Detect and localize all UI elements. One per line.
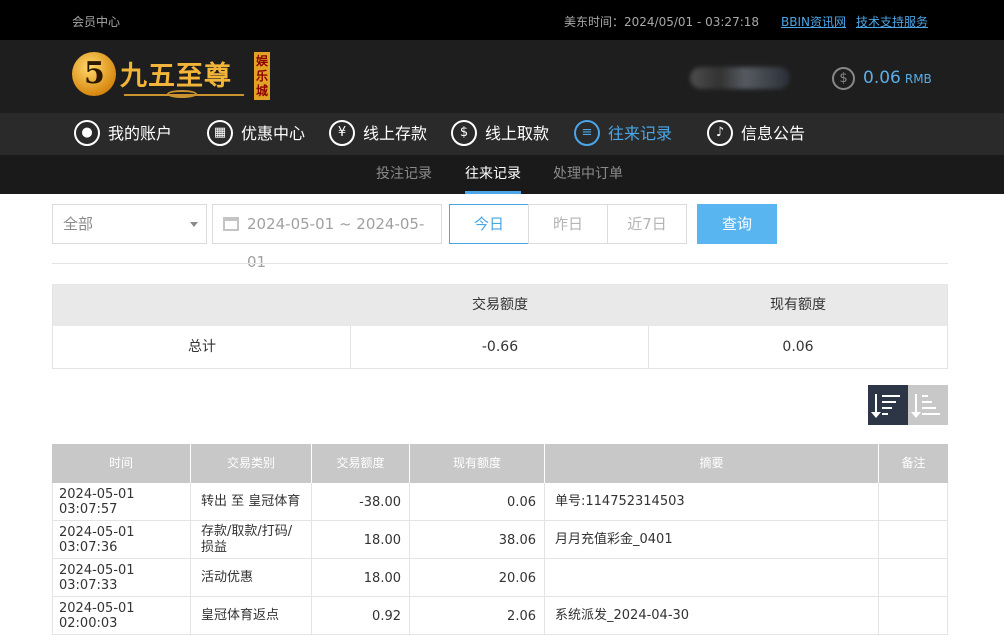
username-obscured (690, 67, 790, 89)
row-time: 2024-05-01 02:00:03 (52, 597, 191, 635)
col-time: 时间 (52, 444, 191, 483)
bell-icon: ♪ (707, 119, 733, 146)
summary-table: 交易额度 现有额度 总计 -0.66 0.06 (52, 284, 948, 369)
nav-announcements[interactable]: ♪ 信息公告 (707, 113, 805, 155)
sort-asc-icon (911, 394, 921, 418)
row-summary: 系统派发_2024-04-30 (545, 597, 879, 635)
summary-total-amount: -0.66 (481, 339, 519, 355)
type-select-value: 全部 (63, 215, 94, 233)
nav-records[interactable]: ≡ 往来记录 (574, 113, 672, 155)
row-amount: -38.00 (312, 483, 410, 521)
tab-pending-orders[interactable]: 处理中订单 (553, 155, 623, 194)
col-balance: 现有额度 (410, 444, 545, 483)
deposit-icon: ¥ (329, 119, 355, 146)
summary-divider (350, 326, 351, 368)
nav-online-withdraw[interactable]: $ 线上取款 (451, 113, 549, 155)
table-row: 2024-05-01 03:07:33 活动优惠 18.00 20.06 (52, 559, 948, 597)
chevron-down-icon (190, 222, 198, 227)
logo-text: 九五至尊 (120, 61, 232, 92)
query-button[interactable]: 查询 (697, 204, 777, 244)
row-time: 2024-05-01 03:07:33 (52, 559, 191, 597)
dollar-icon: $ (832, 67, 855, 90)
logo-ornament-icon (167, 90, 197, 98)
row-balance: 38.06 (410, 521, 545, 559)
row-summary (545, 559, 879, 597)
logo-tag: 娱乐城 (254, 52, 270, 100)
summary-total-label: 总计 (188, 339, 216, 355)
table-row: 2024-05-01 03:07:36 存款/取款/打码/损益 18.00 38… (52, 521, 948, 559)
logo-emblem-icon: 5 (72, 52, 116, 96)
main-nav: ● 我的账户 ▦ 优惠中心 ¥ 线上存款 $ 线上取款 ≡ 往来记录 ♪ 信息公告 (0, 113, 1004, 155)
row-balance: 20.06 (410, 559, 545, 597)
row-note (879, 597, 948, 635)
summary-divider (648, 326, 649, 368)
row-note (879, 483, 948, 521)
tab-transaction-records[interactable]: 往来记录 (465, 155, 521, 194)
row-type: 活动优惠 (191, 559, 312, 597)
sort-ascending-button[interactable] (908, 385, 948, 425)
type-select[interactable]: 全部 (52, 204, 207, 244)
col-note: 备注 (879, 444, 948, 483)
tech-support-link[interactable]: 技术支持服务 (856, 13, 928, 30)
balance-value: 0.06 (863, 68, 901, 88)
last-7-days-button[interactable]: 近7日 (607, 204, 687, 244)
sub-nav: 投注记录 往来记录 处理中订单 (0, 155, 1004, 194)
row-summary: 单号:114752314503 (545, 483, 879, 521)
calendar-icon (223, 217, 239, 231)
member-center-link[interactable]: 会员中心 (72, 13, 120, 30)
row-type: 皇冠体育返点 (191, 597, 312, 635)
user-icon: ● (74, 119, 100, 146)
site-logo[interactable]: 5 九五至尊 娱乐城 (72, 50, 272, 104)
row-amount: 18.00 (312, 521, 410, 559)
row-note (879, 521, 948, 559)
summary-total-balance: 0.06 (782, 339, 814, 355)
row-amount: 0.92 (312, 597, 410, 635)
nav-online-deposit[interactable]: ¥ 线上存款 (329, 113, 427, 155)
nav-promotions[interactable]: ▦ 优惠中心 (207, 113, 305, 155)
server-time: 美东时间：2024/05/01 - 03:27:18 (564, 15, 760, 29)
date-range-input[interactable]: 2024-05-01 ~ 2024-05-01 (212, 204, 442, 271)
summary-col-balance: 现有额度 (770, 297, 826, 313)
account-balance: 0.06 RMB (863, 68, 932, 88)
row-type: 转出 至 皇冠体育 (191, 483, 312, 521)
table-row: 2024-05-01 02:00:03 皇冠体育返点 0.92 2.06 系统派… (52, 597, 948, 635)
col-amount: 交易额度 (312, 444, 410, 483)
summary-col-amount: 交易额度 (472, 297, 528, 313)
yesterday-button[interactable]: 昨日 (528, 204, 608, 244)
row-time: 2024-05-01 03:07:57 (52, 483, 191, 521)
nav-my-account[interactable]: ● 我的账户 (74, 113, 172, 155)
tab-bet-records[interactable]: 投注记录 (376, 155, 432, 194)
table-row: 2024-05-01 03:07:57 转出 至 皇冠体育 -38.00 0.0… (52, 483, 948, 521)
withdraw-icon: $ (451, 119, 477, 146)
top-bar: 会员中心 美东时间：2024/05/01 - 03:27:18 BBIN资讯网 … (0, 0, 1004, 40)
row-summary: 月月充值彩金_0401 (545, 521, 879, 559)
today-button[interactable]: 今日 (449, 204, 529, 244)
col-summary: 摘要 (545, 444, 879, 483)
bbin-news-link[interactable]: BBIN资讯网 (781, 13, 846, 30)
site-header: 5 九五至尊 娱乐城 $ 0.06 RMB (0, 40, 1004, 113)
records-icon: ≡ (574, 119, 600, 146)
col-type: 交易类别 (191, 444, 312, 483)
sort-descending-button[interactable] (868, 385, 908, 425)
row-note (879, 559, 948, 597)
balance-currency: RMB (904, 72, 932, 86)
row-time: 2024-05-01 03:07:36 (52, 521, 191, 559)
row-type: 存款/取款/打码/损益 (191, 521, 312, 559)
row-amount: 18.00 (312, 559, 410, 597)
gift-icon: ▦ (207, 119, 233, 146)
sort-desc-icon (871, 394, 881, 418)
divider (52, 263, 948, 264)
row-balance: 0.06 (410, 483, 545, 521)
row-balance: 2.06 (410, 597, 545, 635)
